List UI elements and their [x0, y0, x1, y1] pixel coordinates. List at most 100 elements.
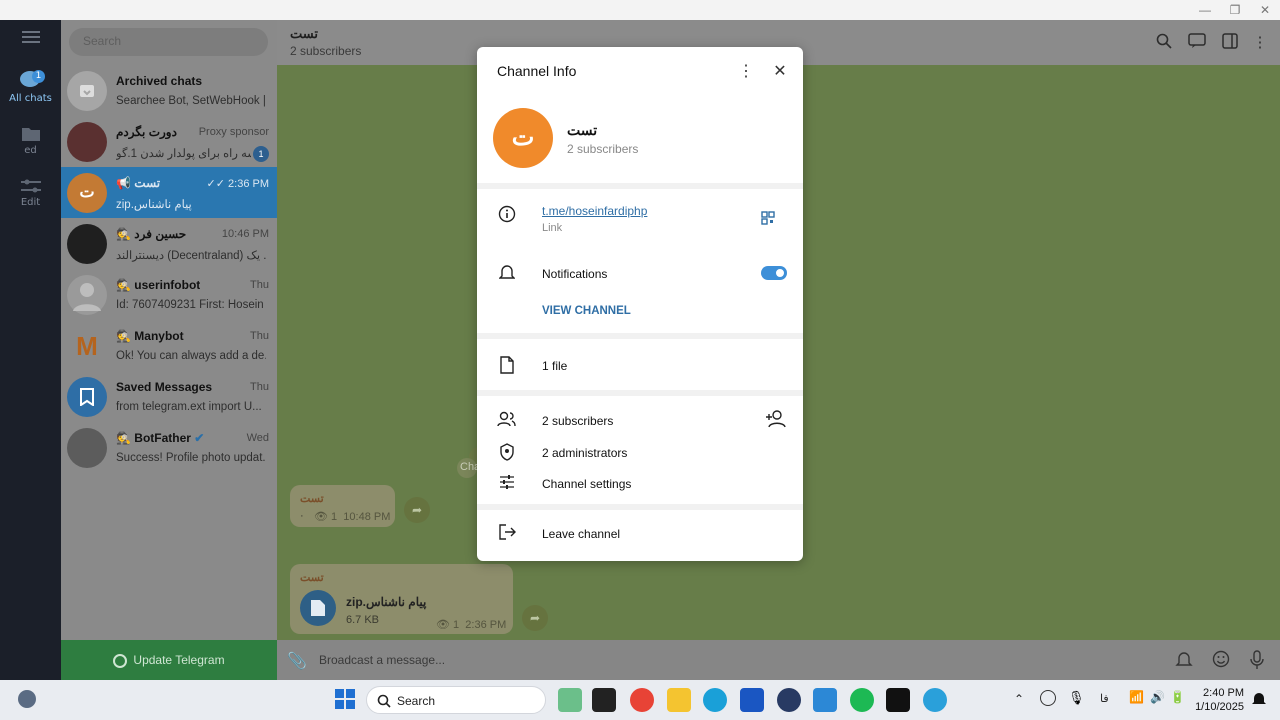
chat-item[interactable]: 🕵 حسین فرد 10:46 PM دیسنترالند (Decentra…: [61, 218, 277, 269]
chrome-icon[interactable]: [630, 688, 654, 712]
clock[interactable]: 2:40 PM 1/10/2025: [1194, 686, 1244, 714]
menu-button[interactable]: [0, 30, 61, 54]
restore-button[interactable]: ❐: [1220, 2, 1250, 18]
channel-link[interactable]: t.me/hoseinfardiphp: [542, 204, 647, 218]
folder-edit[interactable]: Edit: [0, 178, 61, 218]
add-user-icon[interactable]: [765, 410, 787, 433]
unread-badge: 1: [253, 146, 269, 162]
composer-bar: 📎 Broadcast a message...: [277, 640, 1280, 680]
users-icon: [497, 411, 517, 431]
divider: [477, 390, 803, 396]
message-bubble[interactable]: تست zip.پیام ناشناس 6.7 KB 👁 1 2:36 PM: [290, 564, 513, 634]
shield-icon: [497, 443, 517, 463]
message-author: تست: [300, 493, 324, 505]
chat-subtitle: 2 subscribers: [290, 44, 362, 58]
folder-label: All chats: [9, 93, 52, 104]
weather-icon[interactable]: [18, 690, 36, 708]
verified-icon: ✔: [194, 431, 205, 445]
message-bubble[interactable]: تست · 👁 1 10:48 PM: [290, 485, 395, 527]
taskbar-search[interactable]: Search: [366, 686, 546, 714]
wifi-icon[interactable]: 📶: [1129, 690, 1144, 704]
notifications-row[interactable]: Notifications: [477, 259, 803, 287]
avatar: [67, 428, 107, 468]
close-dialog-button[interactable]: ✕: [770, 61, 790, 81]
leave-channel-row[interactable]: Leave channel: [477, 521, 803, 545]
chat-item-archived[interactable]: Archived chats Searchee Bot, SetWebHook …: [61, 65, 277, 116]
chat-item[interactable]: M 🕵 Manybot Thu Ok! You can always add a…: [61, 320, 277, 371]
vpn-app-icon[interactable]: [777, 688, 801, 712]
microphone-icon[interactable]: [1250, 650, 1264, 675]
edge-icon[interactable]: [703, 688, 727, 712]
copilot-app-icon[interactable]: [558, 688, 582, 712]
file-explorer-icon[interactable]: [667, 688, 691, 712]
leave-icon: [497, 524, 517, 544]
message-input[interactable]: Broadcast a message...: [319, 653, 445, 667]
chat-name: دورت بگردم: [116, 125, 177, 139]
file-icon: [497, 356, 517, 376]
discussion-icon[interactable]: [1187, 33, 1207, 53]
qr-code-icon[interactable]: [761, 211, 775, 230]
update-telegram-button[interactable]: Update Telegram: [61, 640, 277, 680]
file-size: 6.7 KB: [346, 614, 380, 626]
forward-button[interactable]: ➦: [522, 605, 548, 631]
folder-ed[interactable]: ed: [0, 126, 61, 166]
administrators-row[interactable]: 2 administrators: [477, 440, 803, 464]
chevron-up-icon[interactable]: ⌃: [1014, 692, 1024, 706]
chat-item-selected[interactable]: ت 📢 تست ✓✓ 2:36 PM zip.پیام ناشناس: [61, 167, 277, 218]
sidebar-toggle-icon[interactable]: [1220, 33, 1240, 53]
read-checks-icon: ✓✓: [206, 178, 225, 190]
attach-icon[interactable]: 📎: [287, 651, 307, 671]
avatar: [67, 122, 107, 162]
search-input[interactable]: Search: [69, 28, 268, 56]
sponsor-label: Proxy sponsor: [198, 126, 269, 138]
chat-time: Thu: [250, 381, 269, 393]
pycharm-icon[interactable]: [886, 688, 910, 712]
files-row[interactable]: 1 file: [477, 353, 803, 377]
forward-button[interactable]: ➦: [404, 497, 430, 523]
emoji-icon[interactable]: [1212, 650, 1230, 673]
task-view-icon[interactable]: [592, 688, 616, 712]
more-vertical-icon[interactable]: ⋮: [1250, 33, 1270, 53]
notification-bell-icon[interactable]: [1252, 691, 1266, 712]
bell-icon: [497, 263, 517, 283]
microphone-icon[interactable]: 🎙: [1068, 690, 1085, 706]
start-button[interactable]: [334, 688, 356, 715]
minimize-button[interactable]: —: [1190, 2, 1220, 18]
chat-time: Thu: [250, 330, 269, 342]
channel-avatar[interactable]: ت: [493, 108, 553, 168]
bell-icon[interactable]: [1175, 650, 1193, 673]
battery-icon[interactable]: 🔋: [1170, 690, 1185, 704]
language-indicator[interactable]: فا: [1100, 692, 1109, 705]
view-channel-button[interactable]: VIEW CHANNEL: [477, 302, 803, 322]
subscribers-row[interactable]: 2 subscribers: [477, 408, 803, 432]
chat-item[interactable]: 🕵 BotFather ✔ Wed Success! Profile photo…: [61, 422, 277, 473]
chat-item[interactable]: 🕵 userinfobot Thu Id: 7607409231 First: …: [61, 269, 277, 320]
onedrive-icon[interactable]: [1040, 690, 1056, 706]
file-icon[interactable]: [300, 590, 336, 626]
archive-icon: [67, 71, 107, 111]
spotify-icon[interactable]: [850, 688, 874, 712]
chat-item[interactable]: Saved Messages Thu from telegram.ext imp…: [61, 371, 277, 422]
avatar: [67, 224, 107, 264]
leave-channel-label: Leave channel: [542, 527, 621, 541]
avatar: M: [76, 331, 98, 361]
channel-info-dialog: Channel Info ⋮ ✕ ت تست 2 subscribers t.m…: [477, 47, 803, 561]
volume-icon[interactable]: 🔊: [1150, 690, 1165, 704]
chat-name: 🕵 BotFather ✔: [116, 431, 205, 445]
more-vertical-icon[interactable]: ⋮: [736, 61, 756, 81]
chat-name: 🕵 userinfobot: [116, 278, 201, 292]
chat-name: 🕵 Manybot: [116, 329, 184, 343]
divider: [477, 183, 803, 189]
telegram-taskbar-icon[interactable]: [923, 688, 947, 712]
vscode-icon[interactable]: [813, 688, 837, 712]
windows-icon: [335, 689, 355, 709]
search-icon[interactable]: [1154, 33, 1174, 53]
chat-item[interactable]: دورت بگردم Proxy sponsor سه راه برای پول…: [61, 116, 277, 167]
store-icon[interactable]: [740, 688, 764, 712]
channel-settings-row[interactable]: Channel settings: [477, 471, 803, 495]
close-window-button[interactable]: ✕: [1250, 2, 1280, 18]
clock-time: 2:40 PM: [1203, 687, 1244, 699]
notifications-toggle[interactable]: [761, 266, 787, 280]
link-row[interactable]: t.me/hoseinfardiphp Link: [477, 197, 803, 239]
folder-all-chats[interactable]: 1 All chats: [0, 70, 61, 110]
